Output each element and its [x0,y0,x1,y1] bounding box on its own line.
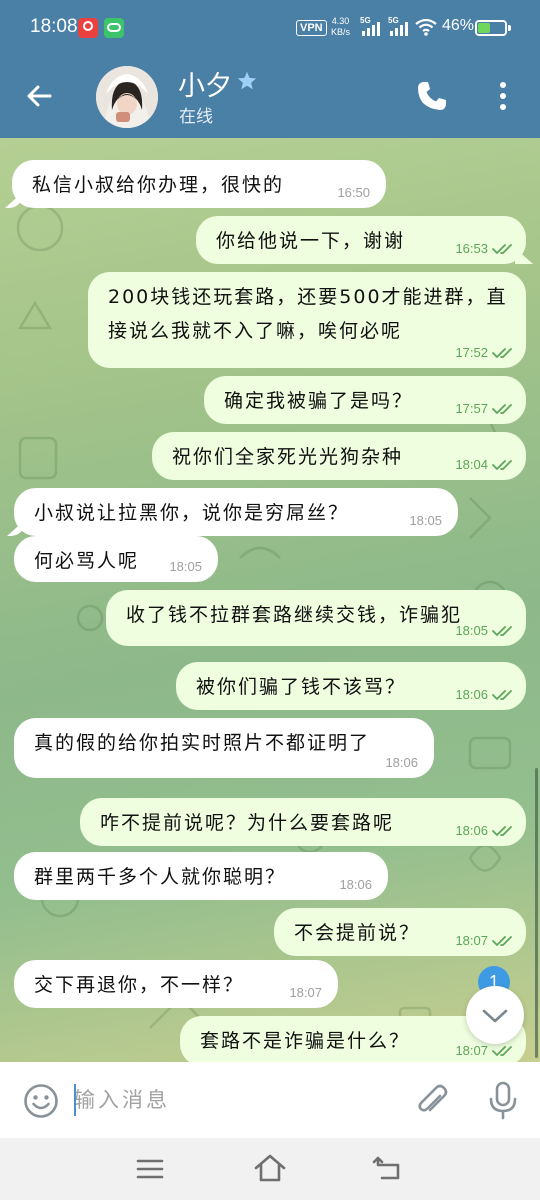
signal-icon-2: 5G [388,16,410,36]
message-text: 收了钱不拉群套路继续交钱，诈骗犯 [126,604,463,626]
chat-header: 小夕 在线 [0,56,540,138]
back-arrow-icon[interactable] [20,76,60,116]
outgoing-message[interactable]: 收了钱不拉群套路继续交钱，诈骗犯 18:05 [106,590,526,646]
message-time: 18:07 [455,1043,488,1058]
signal-icon: 5G [360,16,382,36]
sim2-label: 5G [388,16,399,25]
outgoing-message[interactable]: 咋不提前说呢？为什么要套路呢 18:06 [80,798,526,846]
message-time: 18:07 [289,985,322,1000]
microphone-icon[interactable] [486,1080,520,1120]
nav-menu-icon[interactable] [134,1156,166,1182]
vpn-indicator: VPN [296,20,327,36]
message-text: 200块钱还玩套路，还要500才能进群，直接说么我就不入了嘛，唉何必呢 [108,286,508,342]
scroll-to-bottom-button[interactable] [466,986,524,1044]
notification-app-icon [78,18,98,38]
message-time: 18:06 [455,823,488,838]
incoming-message[interactable]: 真的假的给你拍实时照片不都证明了 18:06 [14,718,434,778]
outgoing-message[interactable]: 祝你们全家死光光狗杂种 18:04 [152,432,526,480]
double-check-icon [492,936,512,946]
avatar[interactable] [96,66,158,128]
message-time: 18:05 [169,559,202,574]
sim1-label: 5G [360,16,371,25]
message-time: 18:04 [455,457,488,472]
outgoing-message[interactable]: 被你们骗了钱不该骂？ 18:06 [176,662,526,710]
message-time: 18:07 [455,933,488,948]
notification-app-icon-2 [104,18,124,38]
outgoing-message[interactable]: 200块钱还玩套路，还要500才能进群，直接说么我就不入了嘛，唉何必呢 17:52 [88,272,526,368]
double-check-icon [492,626,512,636]
message-text: 何必骂人呢 [34,550,140,572]
message-time: 18:05 [455,623,488,638]
incoming-message[interactable]: 群里两千多个人就你聪明？ 18:06 [14,852,388,900]
message-time: 18:06 [385,755,418,770]
message-text: 真的假的给你拍实时照片不都证明了 [34,732,371,754]
message-time: 17:57 [455,401,488,416]
text-caret [74,1084,76,1116]
double-check-icon [492,1046,512,1056]
incoming-message[interactable]: 私信小叔给你办理，很快的 16:50 [12,160,386,208]
battery-icon [475,20,511,36]
message-text: 交下再退你，不一样？ [34,974,245,996]
wifi-icon [415,18,437,36]
message-text: 套路不是诈骗是什么？ [200,1030,411,1052]
more-vertical-icon[interactable] [494,78,512,114]
battery-percent: 46% [442,17,475,34]
outgoing-message[interactable]: 你给他说一下，谢谢 16:53 [196,216,526,264]
status-bar: 18:08 VPN 4.30 KB/s 5G 5G 46% [0,0,540,56]
chevron-down-icon [482,1009,508,1023]
message-composer [0,1062,540,1138]
message-text: 群里两千多个人就你聪明？ [34,866,287,888]
status-time: 18:08 [30,16,78,37]
message-time: 18:06 [339,877,372,892]
incoming-message[interactable]: 小叔说让拉黑你，说你是穷屌丝？ 18:05 [14,488,458,536]
phone-icon[interactable] [414,78,450,114]
double-check-icon [492,348,512,358]
message-time: 18:05 [409,513,442,528]
nav-back-icon[interactable] [372,1152,406,1184]
message-input[interactable] [74,1082,394,1118]
network-speed-value: 4.30 [331,16,350,26]
system-nav-bar [0,1138,540,1200]
message-time: 16:53 [455,241,488,256]
double-check-icon [492,404,512,414]
message-text: 确定我被骗了是吗？ [224,390,414,412]
message-time: 17:52 [455,345,488,360]
message-time: 18:06 [455,687,488,702]
network-speed: 4.30 KB/s [331,16,350,38]
outgoing-message[interactable]: 不会提前说？ 18:07 [274,908,526,956]
double-check-icon [492,244,512,254]
contact-status: 在线 [179,107,213,127]
message-text: 不会提前说？ [294,922,421,944]
scrollbar[interactable] [535,768,538,1058]
message-text: 你给他说一下，谢谢 [216,230,406,252]
star-icon [237,71,257,90]
message-text: 祝你们全家死光光狗杂种 [172,446,404,468]
contact-name: 小夕 [178,71,232,102]
message-list[interactable]: 私信小叔给你办理，很快的 16:50 你给他说一下，谢谢 16:53 200块钱还玩套路… [0,138,540,1062]
message-time: 16:50 [337,185,370,200]
nav-home-icon[interactable] [252,1152,288,1184]
outgoing-message[interactable]: 确定我被骗了是吗？ 17:57 [204,376,526,424]
paperclip-icon[interactable] [414,1082,450,1120]
double-check-icon [492,460,512,470]
message-text: 小叔说让拉黑你，说你是穷屌丝？ [34,502,350,524]
message-text: 咋不提前说呢？为什么要套路呢 [100,812,395,834]
message-text: 私信小叔给你办理，很快的 [32,174,285,196]
double-check-icon [492,690,512,700]
incoming-message[interactable]: 交下再退你，不一样？ 18:07 [14,960,338,1008]
network-speed-unit: KB/s [331,27,351,37]
double-check-icon [492,826,512,836]
battery-fill [478,23,490,33]
emoji-icon[interactable] [22,1082,60,1120]
incoming-message[interactable]: 何必骂人呢 18:05 [14,536,218,582]
message-text: 被你们骗了钱不该骂？ [196,676,407,698]
